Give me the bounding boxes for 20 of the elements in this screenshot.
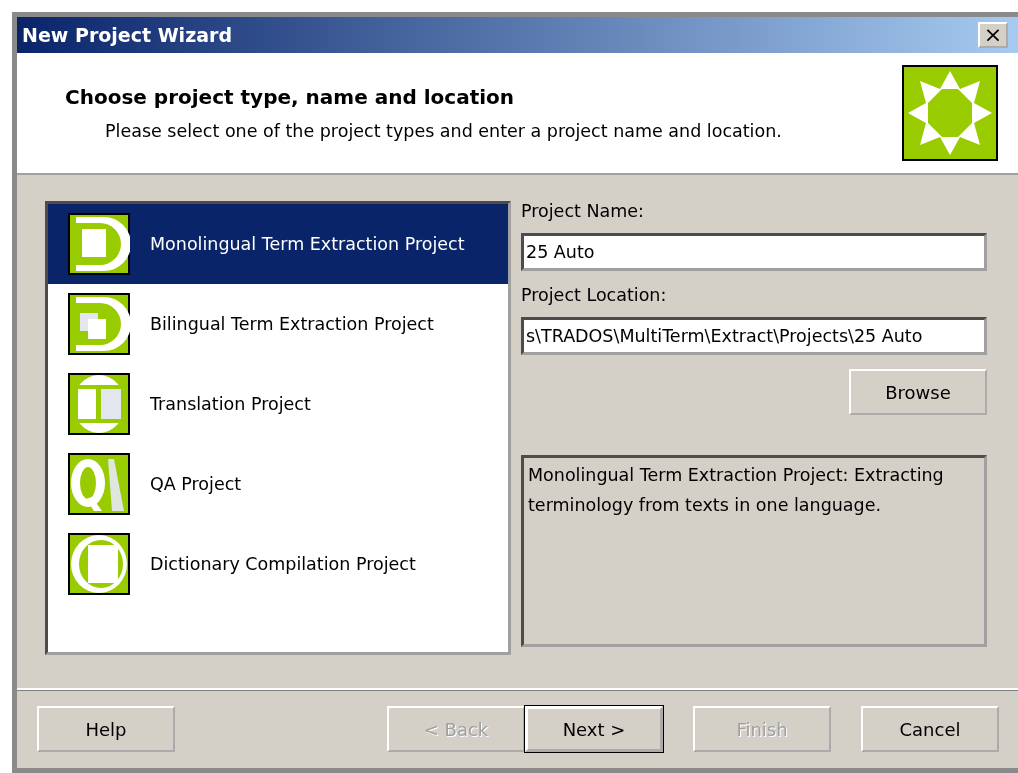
wizard-button[interactable]: Cancel [861,706,999,752]
project-type-item[interactable]: Monolingual Term Extraction Project [48,204,508,284]
close-button[interactable]: × [978,22,1008,48]
project-type-icon [68,293,130,355]
description-box: Monolingual Term Extraction Project: Extracting terminology from texts in one language. [521,455,987,647]
window-title: New Project Wizard [22,24,232,46]
field-label: Project Location: [521,285,668,305]
project-type-icon [68,533,130,595]
wizard-button[interactable]: Help [37,706,175,752]
sun-logo-icon [902,65,998,161]
page-title: Choose project type, name and location [65,85,516,109]
wizard-button[interactable]: Next > [525,706,663,752]
project-name-field[interactable]: 25 Auto [521,233,987,271]
project-type-icon [68,373,130,435]
browse-button[interactable]: Browse [849,369,987,415]
project-type-icon [68,213,130,275]
project-location-field[interactable]: s\TRADOS\MultiTerm\Extract\Projects\25 Auto [521,317,987,355]
project-type-icon [68,453,130,515]
page-subtitle: Please select one of the project types and enter a project name and location. [104,121,782,141]
field-label: Project Name: [521,201,645,221]
